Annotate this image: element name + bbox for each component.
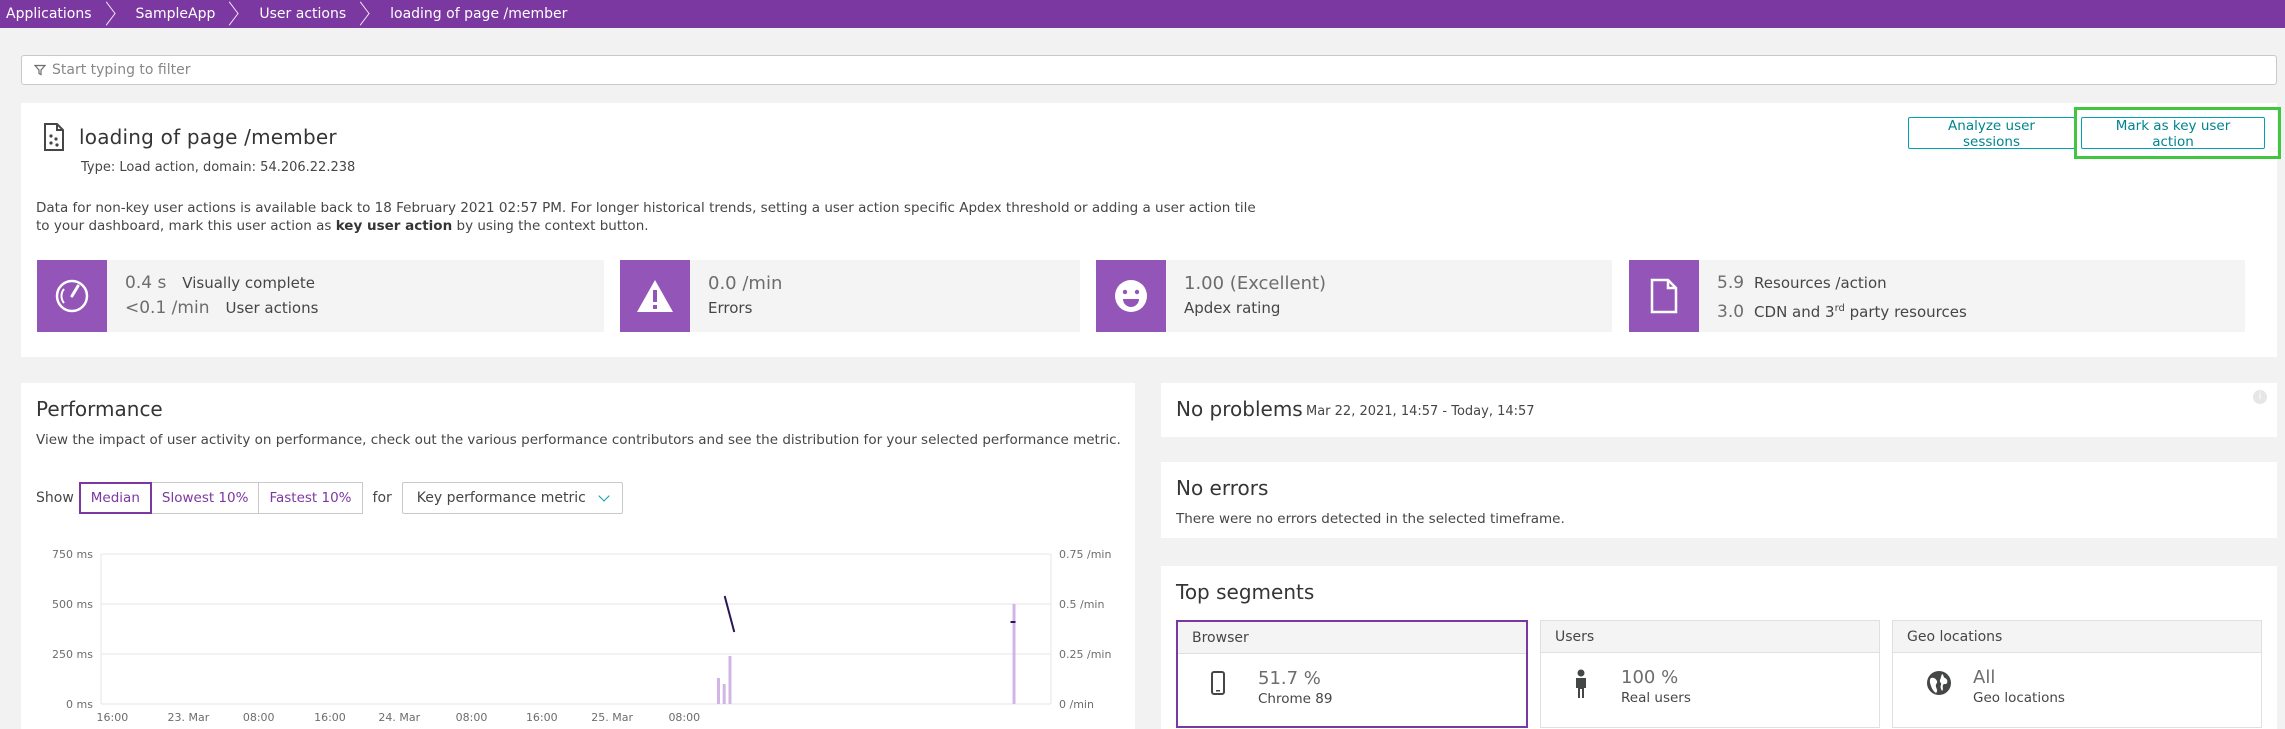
- browser-tile-header: Browser: [1178, 622, 1526, 654]
- errors-label: Errors: [708, 299, 753, 317]
- chart-y-left-tick: 0 ms: [66, 698, 93, 711]
- breadcrumb-sampleapp[interactable]: SampleApp: [118, 0, 242, 28]
- visually-complete-label: Visually complete: [182, 274, 315, 292]
- visually-complete-value: 0.4 s: [125, 273, 167, 293]
- users-type: Real users: [1621, 690, 1691, 706]
- page-load-icon: [43, 123, 65, 155]
- top-segments-title: Top segments: [1176, 580, 1315, 604]
- chart-x-tick: 25. Mar: [591, 711, 633, 724]
- filter-bar[interactable]: [21, 55, 2277, 85]
- chart-y-right-tick: 0.75 /min: [1059, 548, 1111, 561]
- user-actions-label: User actions: [225, 299, 319, 317]
- chart-y-left-tick: 750 ms: [52, 548, 93, 561]
- problems-timeframe: Mar 22, 2021, 14:57 - Today, 14:57: [1306, 404, 1535, 419]
- chart-x-tick: 24. Mar: [378, 711, 420, 724]
- user-actions-value: <0.1 /min: [125, 298, 210, 318]
- chart-line-median: [723, 595, 736, 633]
- errors-description: There were no errors detected in the sel…: [1176, 511, 1565, 527]
- chart-y-left-tick: 500 ms: [52, 598, 93, 611]
- performance-chart[interactable]: 750 ms 500 ms 250 ms 0 ms 0.75 /min 0.5 /min 0…: [21, 543, 1135, 729]
- problems-card: No problems Mar 22, 2021, 14:57 - Today,…: [1161, 383, 2277, 437]
- smiley-icon: [1096, 260, 1166, 332]
- breadcrumb: Applications SampleApp User actions load…: [0, 0, 2285, 28]
- for-label: for: [372, 490, 392, 506]
- chart-x-tick: 16:00: [314, 711, 346, 724]
- percentile-selector: Median Slowest 10% Fastest 10%: [78, 482, 363, 514]
- chart-y-right-tick: 0.25 /min: [1059, 648, 1111, 661]
- problems-title: No problems: [1176, 397, 1303, 421]
- page-subtitle: Type: Load action, domain: 54.206.22.238: [81, 160, 356, 175]
- segment-tile-geo[interactable]: Geo locations All Geo locations: [1892, 620, 2262, 728]
- person-icon: [1573, 669, 1589, 703]
- users-share-value: 100 %: [1621, 667, 1679, 688]
- document-icon: [1629, 260, 1699, 332]
- metric-dropdown[interactable]: Key performance metric: [401, 482, 623, 514]
- metric-dropdown-value: Key performance metric: [416, 490, 586, 506]
- chart-bar: [716, 678, 720, 704]
- filter-input[interactable]: [52, 62, 852, 78]
- errors-title: No errors: [1176, 476, 1269, 500]
- apdex-value: 1.00 (Excellent): [1184, 273, 1327, 294]
- chart-x-tick: 16:00: [526, 711, 558, 724]
- geo-tile-header: Geo locations: [1893, 621, 2261, 653]
- performance-card: Performance View the impact of user acti…: [21, 383, 1135, 729]
- chevron-down-icon: [598, 490, 610, 502]
- errors-card: No errors There were no errors detected …: [1161, 462, 2277, 538]
- metric-errors[interactable]: 0.0 /min Errors: [620, 260, 1080, 332]
- info-icon[interactable]: i: [2253, 390, 2267, 404]
- chart-y-right-tick: 0.5 /min: [1059, 598, 1104, 611]
- metric-resources[interactable]: 5.9 Resources /action 3.0 CDN and 3rd part…: [1629, 260, 2245, 332]
- globe-icon: [1925, 669, 1953, 701]
- show-label: Show: [36, 490, 74, 506]
- performance-description: View the impact of user activity on perf…: [36, 432, 1121, 448]
- geo-value: All: [1973, 667, 1996, 688]
- cdn-value: 3.0: [1717, 302, 1745, 322]
- resources-value: 5.9: [1717, 273, 1745, 293]
- chart-x-tick: 08:00: [243, 711, 275, 724]
- analyze-user-sessions-button[interactable]: Analyze user sessions: [1908, 117, 2075, 150]
- user-action-header: loading of page /member Type: Load actio…: [21, 103, 2281, 357]
- page-title: loading of page /member: [79, 125, 337, 149]
- segment-tile-browser[interactable]: Browser 51.7 % Chrome 89: [1176, 620, 1528, 728]
- resources-label: Resources /action: [1754, 274, 1887, 292]
- segment-fastest[interactable]: Fastest 10%: [258, 482, 363, 514]
- users-tile-header: Users: [1541, 621, 1879, 653]
- errors-value: 0.0 /min: [708, 273, 783, 294]
- mark-key-user-action-button[interactable]: Mark as key user action: [2081, 117, 2265, 150]
- performance-title: Performance: [36, 397, 163, 421]
- browser-share-value: 51.7 %: [1258, 668, 1321, 689]
- geo-sub: Geo locations: [1973, 690, 2065, 706]
- chart-bar: [728, 656, 732, 704]
- breadcrumb-current: loading of page /member: [390, 6, 568, 22]
- breadcrumb-user-actions[interactable]: User actions: [241, 0, 372, 28]
- apdex-label: Apdex rating: [1184, 299, 1281, 317]
- metric-visually-complete[interactable]: 0.4 s Visually complete <0.1 /min User act…: [37, 260, 604, 332]
- chart-bar: [1012, 604, 1016, 704]
- chart-y-right-tick: 0 /min: [1059, 698, 1094, 711]
- segment-slowest[interactable]: Slowest 10%: [150, 482, 260, 514]
- show-controls: Show Median Slowest 10% Fastest 10% for …: [36, 482, 623, 514]
- filter-icon: [33, 61, 47, 80]
- cdn-label: CDN and 3rd party resources: [1754, 303, 1967, 321]
- warning-icon: [620, 260, 690, 332]
- segment-median[interactable]: Median: [78, 482, 152, 514]
- metric-apdex[interactable]: 1.00 (Excellent) Apdex rating: [1096, 260, 1612, 332]
- mobile-phone-icon: [1210, 670, 1226, 700]
- chart-y-left-tick: 250 ms: [52, 648, 93, 661]
- segment-tile-users[interactable]: Users 100 % Real users: [1540, 620, 1880, 728]
- chart-x-tick: 16:00: [97, 711, 129, 724]
- key-action-info: Data for non-key user actions is availab…: [36, 200, 1256, 234]
- chart-x-tick: 08:00: [668, 711, 700, 724]
- speedometer-icon: [37, 260, 107, 332]
- chart-x-tick: 08:00: [456, 711, 488, 724]
- breadcrumb-applications[interactable]: Applications: [0, 0, 118, 28]
- top-segments-card: Top segments Browser 51.7 % Chrome 89 Us…: [1161, 566, 2277, 729]
- chart-x-tick: 23. Mar: [168, 711, 210, 724]
- browser-name: Chrome 89: [1258, 691, 1333, 707]
- chart-bar: [722, 684, 726, 704]
